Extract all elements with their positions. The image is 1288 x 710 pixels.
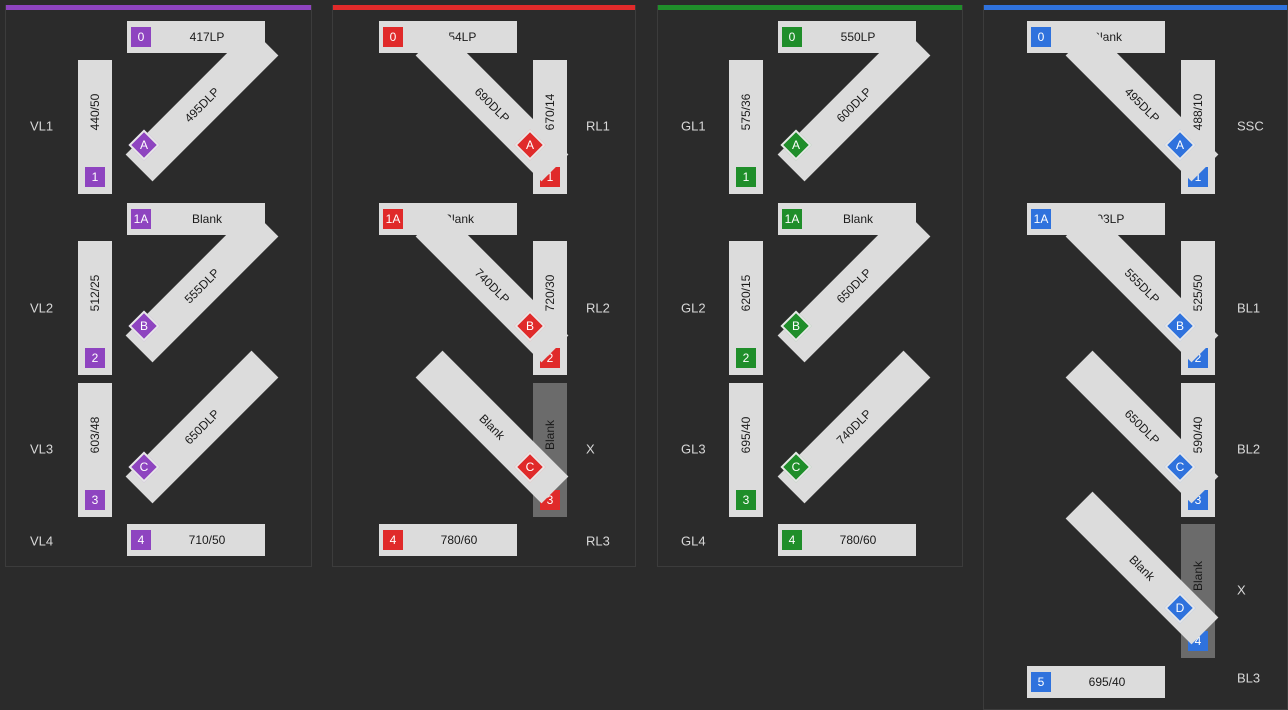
laser-color-bar	[333, 5, 635, 10]
detector-channel-label: X	[1237, 582, 1246, 598]
slot-badge: 3	[736, 490, 756, 510]
slot-badge: 1	[85, 167, 105, 187]
mirror-badge-letter: C	[1175, 460, 1185, 474]
vertical-filter-slot[interactable]: 512/25 2	[78, 241, 112, 375]
slot-badge: 0	[1031, 27, 1051, 47]
horizontal-filter-slot[interactable]: 4 780/60	[379, 524, 517, 556]
detector-channel-label: GL4	[681, 533, 706, 549]
detector-channel-label: SSC	[1237, 118, 1264, 134]
laser-color-bar	[6, 5, 311, 10]
filter-label: 488/10	[1191, 93, 1205, 131]
horizontal-filter-slot[interactable]: 5 695/40	[1027, 666, 1165, 698]
filter-label: Blank	[543, 419, 557, 451]
slot-badge: 1A	[383, 209, 403, 229]
detector-channel-label: BL1	[1237, 300, 1261, 316]
filter-label: 720/30	[543, 274, 557, 312]
mirror-badge-letter: B	[791, 319, 800, 333]
detector-channel-label: BL2	[1237, 441, 1261, 457]
vertical-filter-slot[interactable]: 695/40 3	[729, 383, 763, 517]
filter-label: 710/50	[188, 533, 226, 547]
filter-label: 695/40	[739, 416, 753, 454]
mirror-label: Blank	[1126, 552, 1158, 584]
filter-label: Blank	[1191, 560, 1205, 592]
mirror-badge-letter: B	[525, 319, 534, 333]
filter-label: 780/60	[839, 533, 877, 547]
laser-color-bar	[984, 5, 1287, 10]
slot-badge: 2	[85, 348, 105, 368]
filter-label: 670/14	[543, 93, 557, 131]
slot-badge: 1A	[131, 209, 151, 229]
detector-channel-label: VL4	[30, 533, 54, 549]
mirror-badge-letter: B	[139, 319, 148, 333]
mirror-badge-letter: A	[791, 138, 800, 152]
detector-channel-label: X	[586, 441, 595, 457]
slot-badge: 0	[131, 27, 151, 47]
detector-channel-label: RL1	[586, 118, 610, 134]
mirror-label: Blank	[476, 411, 508, 443]
horizontal-filter-slot[interactable]: 4 710/50	[127, 524, 265, 556]
slot-badge: 3	[85, 490, 105, 510]
filter-label: 525/50	[1191, 274, 1205, 312]
detector-channel-label: VL2	[30, 300, 54, 316]
filter-label: 512/25	[88, 274, 102, 312]
mirror-badge-letter: A	[139, 138, 148, 152]
mirror-badge-letter: A	[525, 138, 534, 152]
mirror-badge-letter: C	[139, 460, 149, 474]
slot-badge: 1	[736, 167, 756, 187]
slot-badge: 4	[782, 530, 802, 550]
filter-label: 780/60	[440, 533, 478, 547]
vertical-filter-slot[interactable]: 620/15 2	[729, 241, 763, 375]
filter-label: 603/48	[88, 416, 102, 454]
detector-channel-label: RL2	[586, 300, 610, 316]
detector-channel-label: BL3	[1237, 670, 1261, 686]
slot-badge: 5	[1031, 672, 1051, 692]
slot-badge: 1A	[1031, 209, 1051, 229]
filter-label: 440/50	[88, 93, 102, 131]
mirror-badge-letter: C	[525, 460, 535, 474]
slot-badge: 2	[736, 348, 756, 368]
mirror-badge-letter: A	[1175, 138, 1184, 152]
filter-label: 620/15	[739, 274, 753, 312]
horizontal-filter-slot[interactable]: 4 780/60	[778, 524, 916, 556]
detector-channel-label: VL3	[30, 441, 54, 457]
filter-label: 590/40	[1191, 416, 1205, 454]
detector-channel-label: VL1	[30, 118, 54, 134]
vertical-filter-slot[interactable]: 440/50 1	[78, 60, 112, 194]
mirror-badge-letter: C	[791, 460, 801, 474]
slot-badge: 4	[383, 530, 403, 550]
detector-channel-label: RL3	[586, 533, 610, 549]
laser-color-bar	[658, 5, 962, 10]
slot-badge: 1A	[782, 209, 802, 229]
filter-label: 695/40	[1088, 675, 1126, 689]
slot-badge: 4	[131, 530, 151, 550]
detector-channel-label: GL2	[681, 300, 706, 316]
detector-channel-label: GL1	[681, 118, 706, 134]
vertical-filter-slot[interactable]: 575/36 1	[729, 60, 763, 194]
detector-channel-label: GL3	[681, 441, 706, 457]
vertical-filter-slot[interactable]: 603/48 3	[78, 383, 112, 517]
filter-label: 575/36	[739, 93, 753, 131]
slot-badge: 0	[782, 27, 802, 47]
slot-badge: 0	[383, 27, 403, 47]
mirror-badge-letter: D	[1175, 601, 1185, 615]
mirror-badge-letter: B	[1175, 319, 1184, 333]
